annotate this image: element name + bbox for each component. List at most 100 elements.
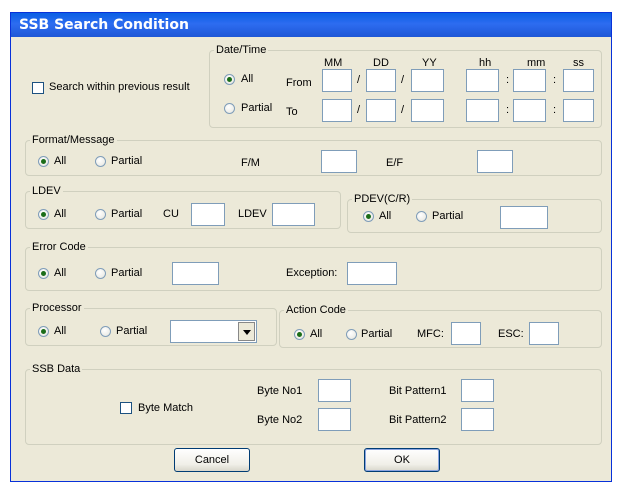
action-code-all-radio[interactable] <box>294 329 305 340</box>
from-day-input[interactable] <box>366 69 396 92</box>
from-label: From <box>286 77 312 89</box>
byte-match-label: Byte Match <box>138 402 194 414</box>
exception-label: Exception: <box>286 267 338 279</box>
from-month-input[interactable] <box>322 69 352 92</box>
to-date-separator-1: / <box>357 104 361 116</box>
ldev-partial-radio[interactable] <box>95 209 106 220</box>
mfc-input[interactable] <box>451 322 481 345</box>
error-code-partial-label: Partial <box>111 267 143 279</box>
byte-no1-label: Byte No1 <box>257 385 303 397</box>
datetime-header-dd: DD <box>373 57 389 69</box>
to-label: To <box>286 106 298 118</box>
ldev-all-label: All <box>54 208 67 220</box>
bit-pattern1-input[interactable] <box>461 379 494 402</box>
error-code-all-label: All <box>54 267 67 279</box>
from-date-separator-2: / <box>401 74 405 86</box>
action-code-all-label: All <box>310 328 323 340</box>
byte-match-checkbox[interactable] <box>120 402 132 414</box>
ldev-all-radio[interactable] <box>38 209 49 220</box>
format-message-partial-label: Partial <box>111 155 143 167</box>
bit-pattern2-label: Bit Pattern2 <box>389 414 447 426</box>
error-code-all-radio[interactable] <box>38 268 49 279</box>
action-code-legend: Action Code <box>286 304 346 316</box>
window-title: SSB Search Condition <box>19 17 189 33</box>
fm-label: F/M <box>241 157 260 169</box>
from-time-separator-1: : <box>506 74 510 86</box>
search-within-checkbox[interactable] <box>32 82 44 94</box>
chevron-down-icon[interactable] <box>238 322 255 341</box>
ldev-partial-label: Partial <box>111 208 143 220</box>
fm-input[interactable] <box>321 150 357 173</box>
datetime-header-mm: MM <box>324 57 343 69</box>
error-code-legend: Error Code <box>32 241 86 253</box>
processor-all-radio[interactable] <box>38 326 49 337</box>
cu-input[interactable] <box>191 203 225 226</box>
esc-label: ESC: <box>498 328 524 340</box>
from-date-separator-1: / <box>357 74 361 86</box>
format-message-all-label: All <box>54 155 67 167</box>
title-bar[interactable]: SSB Search Condition <box>11 13 611 37</box>
processor-combobox[interactable] <box>170 320 257 343</box>
search-within-label: Search within previous result <box>49 81 190 93</box>
action-code-partial-radio[interactable] <box>346 329 357 340</box>
pdev-all-radio[interactable] <box>363 211 374 222</box>
cancel-button[interactable]: Cancel <box>174 448 250 472</box>
datetime-partial-label: Partial <box>241 102 273 114</box>
error-code-partial-radio[interactable] <box>95 268 106 279</box>
error-code-input[interactable] <box>172 262 219 285</box>
datetime-partial-radio[interactable] <box>224 103 235 114</box>
ef-label: E/F <box>386 157 404 169</box>
datetime-all-radio[interactable] <box>224 74 235 85</box>
mfc-label: MFC: <box>417 328 444 340</box>
exception-input[interactable] <box>347 262 397 285</box>
to-month-input[interactable] <box>322 99 352 122</box>
ok-button[interactable]: OK <box>364 448 440 472</box>
processor-partial-radio[interactable] <box>100 326 111 337</box>
datetime-header-mm2: mm <box>527 57 546 69</box>
datetime-header-yy: YY <box>422 57 437 69</box>
datetime-legend: Date/Time <box>216 44 267 56</box>
processor-partial-label: Partial <box>116 325 148 337</box>
error-code-group: Error Code <box>25 241 602 291</box>
cu-label: CU <box>163 208 179 220</box>
to-date-separator-2: / <box>401 104 405 116</box>
to-minute-input[interactable] <box>513 99 546 122</box>
processor-all-label: All <box>54 325 67 337</box>
byte-no1-input[interactable] <box>318 379 351 402</box>
to-time-separator-2: : <box>553 104 557 116</box>
datetime-header-ss: ss <box>573 57 584 69</box>
from-minute-input[interactable] <box>513 69 546 92</box>
to-second-input[interactable] <box>563 99 594 122</box>
from-time-separator-2: : <box>553 74 557 86</box>
from-second-input[interactable] <box>563 69 594 92</box>
to-year-input[interactable] <box>411 99 444 122</box>
bit-pattern1-label: Bit Pattern1 <box>389 385 447 397</box>
esc-input[interactable] <box>529 322 559 345</box>
action-code-partial-label: Partial <box>361 328 393 340</box>
ldev-field-label: LDEV <box>238 208 267 220</box>
pdev-input[interactable] <box>500 206 548 229</box>
byte-no2-input[interactable] <box>318 408 351 431</box>
ssb-data-group: SSB Data <box>25 363 602 445</box>
to-day-input[interactable] <box>366 99 396 122</box>
byte-no2-label: Byte No2 <box>257 414 303 426</box>
format-message-partial-radio[interactable] <box>95 156 106 167</box>
ef-input[interactable] <box>477 150 513 173</box>
format-message-legend: Format/Message <box>32 134 115 146</box>
pdev-partial-label: Partial <box>432 210 464 222</box>
format-message-all-radio[interactable] <box>38 156 49 167</box>
bit-pattern2-input[interactable] <box>461 408 494 431</box>
to-time-separator-1: : <box>506 104 510 116</box>
datetime-all-label: All <box>241 73 254 85</box>
ssb-search-condition-dialog: SSB Search Condition Search within previ… <box>10 12 612 482</box>
ldev-input[interactable] <box>272 203 315 226</box>
from-hour-input[interactable] <box>466 69 499 92</box>
datetime-header-hh: hh <box>479 57 492 69</box>
to-hour-input[interactable] <box>466 99 499 122</box>
pdev-legend: PDEV(C/R) <box>354 193 411 205</box>
pdev-partial-radio[interactable] <box>416 211 427 222</box>
pdev-all-label: All <box>379 210 392 222</box>
processor-legend: Processor <box>32 302 82 314</box>
ssb-data-legend: SSB Data <box>32 363 81 375</box>
from-year-input[interactable] <box>411 69 444 92</box>
